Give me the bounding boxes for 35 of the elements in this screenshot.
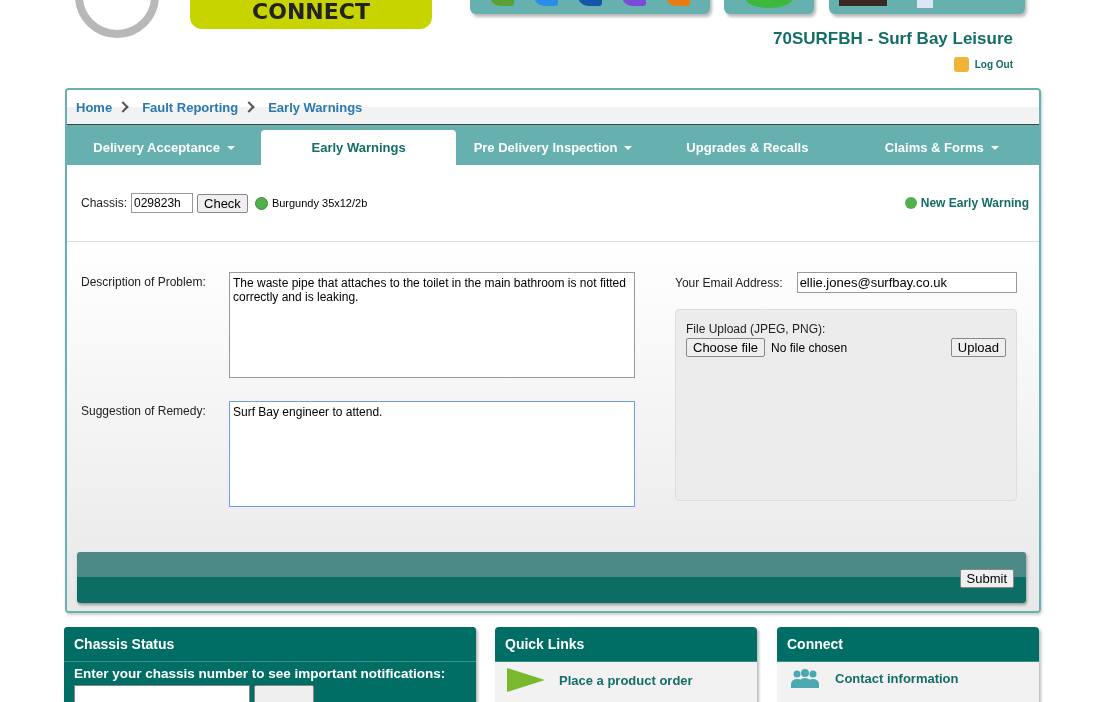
chassis-status-title: Chassis Status <box>64 627 476 662</box>
upload-button[interactable]: Upload <box>950 338 1006 357</box>
upload-label: File Upload (JPEG, PNG): <box>686 322 827 336</box>
new-early-warning-link[interactable]: New Early Warning <box>904 196 1029 210</box>
people-icon <box>789 668 821 688</box>
breadcrumb-link[interactable]: Home <box>76 99 113 115</box>
remedy-field[interactable]: Surf Bay engineer to attend. <box>229 401 635 507</box>
chassis-result: Burgundy 35x12/2b <box>271 197 368 209</box>
chassis-field[interactable]: 029823h <box>131 193 193 213</box>
breadcrumb-link[interactable]: Early Warnings <box>268 99 363 115</box>
check-button[interactable]: Check <box>197 193 248 213</box>
nav-tab[interactable]: Early Warnings <box>261 130 456 165</box>
file-status: No file chosen <box>771 340 848 355</box>
chassis-prompt: Enter your chassis number to see important notifications: <box>73 665 447 683</box>
plus-circle-icon <box>904 197 917 209</box>
email-field[interactable]: ellie.jones@surfbay.co.uk <box>796 272 1017 293</box>
quick-links-title: Quick Links <box>495 627 757 662</box>
description-label: Description of Problem: <box>81 274 207 291</box>
logo-text: CONNECT <box>190 0 432 29</box>
connect-link[interactable]: Contact information <box>835 670 959 686</box>
account-name: 70SURFBH - Surf Bay Leisure <box>773 29 1013 49</box>
logout-link[interactable]: Log Out <box>974 59 1013 70</box>
quick-link[interactable]: Place a product order <box>559 672 693 688</box>
connect-title: Connect <box>777 627 1039 662</box>
remedy-label: Suggestion of Remedy: <box>81 403 207 420</box>
chassis-search-field[interactable] <box>74 685 250 702</box>
email-label: Your Email Address: <box>675 275 783 290</box>
search-button[interactable] <box>254 685 314 702</box>
check-circle-icon <box>254 196 268 210</box>
chassis-label: Chassis: <box>81 196 127 210</box>
submit-button[interactable]: Submit <box>959 569 1014 588</box>
breadcrumb-link[interactable]: Fault Reporting <box>142 99 239 115</box>
lock-icon <box>953 57 969 72</box>
choose-file-button[interactable]: Choose file <box>686 338 766 357</box>
description-field[interactable]: The waste pipe that attaches to the toilet in the main bathroom is not fitted correctly and is leaking. <box>229 272 635 378</box>
